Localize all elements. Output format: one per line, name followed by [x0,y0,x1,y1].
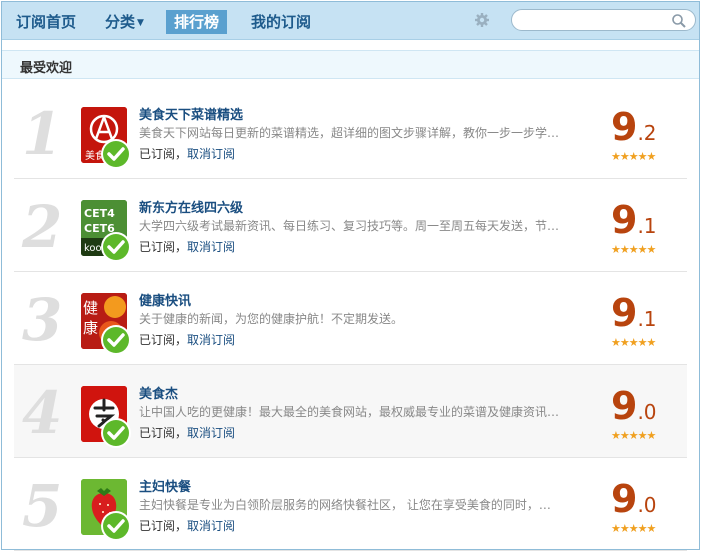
feed-description: 美食天下网站每日更新的菜谱精选，超详细的图文步骤详解，教你一步一步学… [139,126,559,140]
rating-stars: ★★★★★ [611,336,656,349]
score-dec: .1 [637,214,657,238]
list-item: 5 主妇快餐 主妇快餐是专业为白领阶层服务的网络快餐社区， 让您在享受美食的同时… [14,458,687,551]
thumb-line-2: 康 [83,319,98,337]
subscribed-label: 已订阅 [139,240,176,254]
score: 9.0 [611,480,657,518]
ranking-list: 1 美食 美食天下菜谱精选 美食天下网站每日更新的菜谱精选，超详细的图文步骤详解… [14,86,687,551]
check-icon [101,511,131,541]
unsubscribe-link[interactable]: 取消订阅 [187,426,235,440]
section-title: 最受欢迎 [20,61,73,76]
subscription-status: 已订阅，取消订阅 [139,240,236,254]
list-item: 1 美食 美食天下菜谱精选 美食天下网站每日更新的菜谱精选，超详细的图文步骤详解… [14,86,687,179]
feed-description: 让中国人吃的更健康！最大最全的美食网站，最权威最专业的菜谱及健康资讯… [139,405,559,419]
score: 9.2 [611,108,657,146]
nav-category-label: 分类 [105,13,136,31]
score-int: 9 [611,384,638,428]
feed-title-link[interactable]: 新东方在线四六级 [139,197,243,216]
score: 9.1 [611,201,657,239]
nav-home[interactable]: 订阅首页 [8,10,84,34]
subscription-status: 已订阅，取消订阅 [139,426,236,440]
subscription-status: 已订阅，取消订阅 [139,519,236,533]
rating-stars: ★★★★★ [611,522,656,535]
feed-description: 大学四六级考试最新资讯、每日练习、复习技巧等。周一至周五每天发送，节… [139,219,559,233]
rating-stars: ★★★★★ [611,243,656,256]
check-icon [101,232,131,262]
score-dec: .0 [637,493,657,517]
rank-number: 1 [22,100,63,168]
score-int: 9 [611,291,638,335]
rating-stars: ★★★★★ [611,150,656,163]
rank-number: 3 [22,286,63,354]
subscribed-label: 已订阅 [139,519,176,533]
feed-title-link[interactable]: 主妇快餐 [139,476,191,495]
check-icon [101,325,131,355]
subscribed-label: 已订阅 [139,426,176,440]
top-nav: 订阅首页 分类 ▼ 排行榜 我的订阅 [2,2,699,40]
unsubscribe-link[interactable]: 取消订阅 [187,333,235,347]
score: 9.1 [611,294,657,332]
chevron-down-icon: ▼ [137,18,144,28]
subscription-status: 已订阅，取消订阅 [139,333,236,347]
feed-title-link[interactable]: 健康快讯 [139,290,191,309]
score: 9.0 [611,387,657,425]
check-icon [101,139,131,169]
app-window: 订阅首页 分类 ▼ 排行榜 我的订阅 最受欢迎 1 美食 美食天下菜谱精选 美食… [1,1,700,551]
subscribed-label: 已订阅 [139,147,176,161]
search-box [511,9,696,31]
nav-mine[interactable]: 我的订阅 [243,10,319,34]
rank-number: 4 [22,379,63,447]
score-int: 9 [611,477,638,521]
list-item: 2 CET4 CET6 koo 新东方在线四六级 大学四六级考试最新资讯、每日练… [14,179,687,272]
subscription-status: 已订阅，取消订阅 [139,147,236,161]
rank-number: 5 [22,472,63,540]
score-dec: .0 [637,400,657,424]
nav-ranking[interactable]: 排行榜 [166,10,228,34]
score-int: 9 [611,198,638,242]
search-input[interactable] [522,12,666,30]
check-icon [101,418,131,448]
feed-title-link[interactable]: 美食天下菜谱精选 [139,104,243,123]
feed-title-link[interactable]: 美食杰 [139,383,178,402]
unsubscribe-link[interactable]: 取消订阅 [187,147,235,161]
thumb-line-1: 健 [83,299,98,317]
nav-category[interactable]: 分类 ▼ [97,10,152,34]
score-dec: .2 [637,121,657,145]
feed-description: 关于健康的新闻，为您的健康护航！不定期发送。 [139,312,404,326]
search-icon[interactable] [671,13,687,29]
unsubscribe-link[interactable]: 取消订阅 [187,519,235,533]
gear-icon[interactable] [474,12,490,28]
score-int: 9 [611,105,638,149]
thumb-line-1: CET4 [84,207,115,220]
rating-stars: ★★★★★ [611,429,656,442]
section-header: 最受欢迎 [2,50,699,79]
subscribed-label: 已订阅 [139,333,176,347]
list-item: 3 健 康 健康快讯 关于健康的新闻，为您的健康护航！不定期发送。 已订阅，取消… [14,272,687,365]
rank-number: 2 [22,193,63,261]
list-item: 4 美食杰 让中国人吃的更健康！最大最全的美食网站，最权威最专业的菜谱及健康资讯… [14,365,687,458]
feed-description: 主妇快餐是专业为白领阶层服务的网络快餐社区， 让您在享受美食的同时，也… [139,498,559,512]
unsubscribe-link[interactable]: 取消订阅 [187,240,235,254]
score-dec: .1 [637,307,657,331]
